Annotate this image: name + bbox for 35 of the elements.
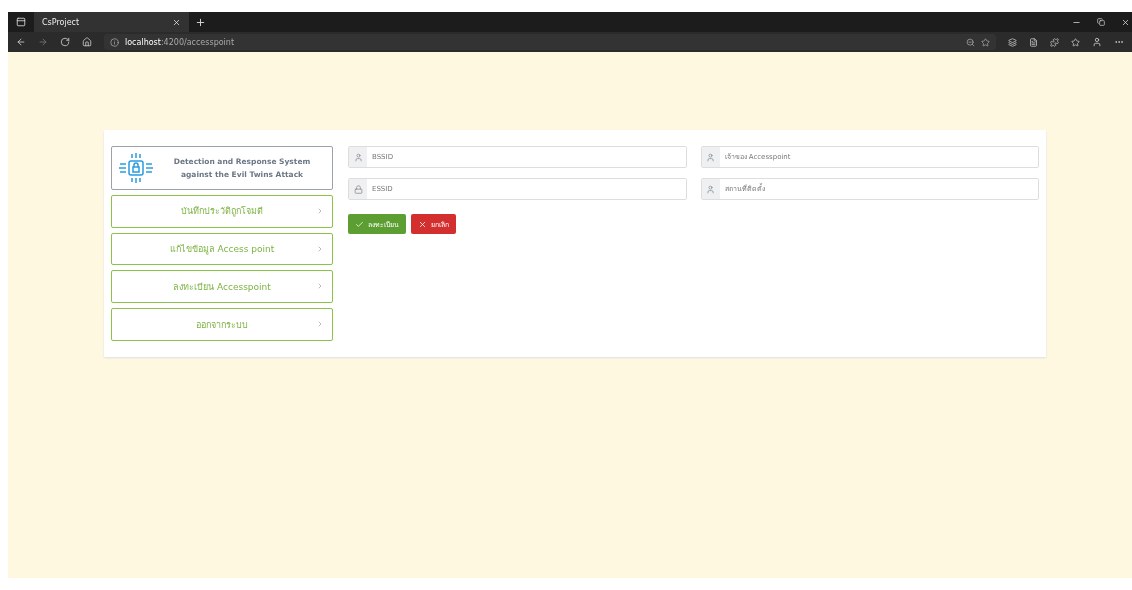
lock-icon: [353, 184, 363, 194]
browser-tab[interactable]: CsProject: [34, 12, 189, 32]
extensions-icon[interactable]: [1050, 37, 1059, 47]
back-icon[interactable]: [16, 37, 26, 47]
reload-icon[interactable]: [60, 37, 70, 47]
chip-lock-icon: [118, 152, 154, 183]
menu-item[interactable]: แก้ไขข้อมูล Access point: [111, 232, 333, 266]
new-tab-icon[interactable]: [195, 16, 206, 28]
chevron-icon: [316, 206, 324, 215]
user-icon: [353, 152, 363, 162]
tab-actions-icon[interactable]: [16, 17, 26, 27]
document-icon[interactable]: [1029, 37, 1038, 47]
site-info-icon[interactable]: [110, 37, 119, 47]
chevron-icon: [316, 244, 324, 253]
chevron-icon: [316, 282, 324, 291]
chevron-icon: [316, 320, 324, 329]
restore-icon[interactable]: [1097, 18, 1105, 26]
zoom-icon[interactable]: [966, 37, 975, 47]
menu-item[interactable]: ออกจากระบบ: [111, 308, 333, 341]
browser-tab-title: CsProject: [42, 17, 81, 27]
user-icon: [706, 152, 715, 162]
favorite-icon[interactable]: [981, 37, 990, 47]
close-icon: [418, 219, 427, 229]
check-icon: [355, 219, 364, 229]
favorites-icon[interactable]: [1071, 37, 1080, 47]
home-icon[interactable]: [82, 37, 92, 47]
close-tab-icon[interactable]: [172, 17, 181, 27]
url-text: localhost:4200/accesspoint: [125, 37, 235, 47]
address-bar[interactable]: localhost:4200/accesspoint: [104, 34, 996, 50]
profile-icon[interactable]: [1092, 37, 1102, 47]
menu-item[interactable]: บันทึกประวัติถูกโจมตี: [111, 194, 333, 228]
menu-item[interactable]: ลงทะเบียน Accesspoint: [111, 270, 333, 304]
forward-icon[interactable]: [38, 37, 48, 47]
close-window-icon[interactable]: [1121, 17, 1130, 27]
user-icon: [706, 184, 715, 194]
